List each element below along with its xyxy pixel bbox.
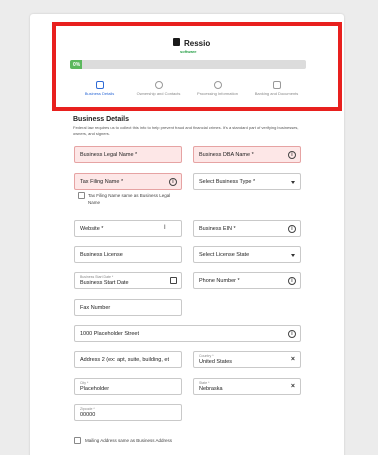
field-label: Business Start Date * (80, 275, 114, 279)
mailing-same-checkbox[interactable] (74, 437, 81, 444)
field-value: Nebraska (199, 385, 223, 392)
legal-name-field[interactable]: Business Legal Name * (74, 146, 182, 163)
section-title: Business Details (73, 116, 130, 123)
license-field[interactable]: Business License (74, 246, 182, 263)
field-placeholder: Business License (80, 251, 123, 258)
field-value: 00000 (80, 411, 96, 418)
fax-field[interactable]: Fax Number (74, 299, 182, 316)
step-label: Business Details (84, 91, 115, 96)
chevron-down-icon (291, 181, 295, 184)
step-label: Ownership and Contacts (136, 91, 181, 96)
address2-field[interactable]: Address 2 (ex: apt, suite, building, et (74, 351, 182, 368)
ein-field[interactable]: Business EIN * i (193, 220, 301, 237)
brand-sub: software (180, 49, 197, 54)
field-placeholder: Fax Number (80, 304, 111, 311)
users-icon (154, 81, 163, 89)
section-description: Federal law requires us to collect this … (73, 125, 299, 136)
field-label: Country * (199, 354, 214, 358)
dba-name-field[interactable]: Business DBA Name * i (193, 146, 301, 163)
chevron-down-icon (291, 254, 295, 257)
document-icon (95, 81, 104, 89)
field-label: Zipcode * (80, 407, 95, 411)
onboarding-header: Ressio software 0% Business Details Owne… (52, 22, 342, 111)
field-placeholder: Business Legal Name * (80, 151, 138, 158)
brand-mark-icon (173, 38, 180, 46)
phone-field[interactable]: Phone Number * i (193, 272, 301, 289)
calendar-icon[interactable] (170, 277, 177, 284)
step-label: Processing Information (197, 91, 238, 96)
field-placeholder: Address 2 (ex: apt, suite, building, et (80, 356, 169, 363)
progress-bar: 0% (70, 60, 306, 69)
field-label: City * (80, 381, 89, 385)
clear-icon[interactable]: × (291, 356, 295, 363)
field-value: Placeholder (80, 385, 110, 392)
info-icon[interactable]: i (288, 330, 296, 338)
text-cursor-icon: I (164, 225, 166, 231)
brand-logo: Ressio (173, 38, 211, 48)
field-placeholder: Select License State (199, 251, 250, 258)
website-field[interactable]: Website * I (74, 220, 182, 237)
field-placeholder: Phone Number * (199, 277, 240, 284)
city-field[interactable]: City * Placeholder (74, 378, 182, 395)
field-label: State * (199, 381, 210, 385)
state-select[interactable]: State * Nebraska × (193, 378, 301, 395)
country-select[interactable]: Country * United States × (193, 351, 301, 368)
start-date-field[interactable]: Business Start Date * Business Start Dat… (74, 272, 182, 289)
license-state-select[interactable]: Select License State (193, 246, 301, 263)
info-icon[interactable]: i (288, 151, 296, 159)
info-icon[interactable]: i (288, 225, 296, 233)
mailing-same-label: Mailing Address same as Business Address (85, 438, 173, 443)
step-banking[interactable]: Banking and Documents (247, 81, 306, 96)
step-nav: Business Details Ownership and Contacts … (70, 81, 306, 96)
field-placeholder: Business EIN * (199, 225, 236, 232)
step-ownership[interactable]: Ownership and Contacts (129, 81, 188, 96)
info-icon[interactable]: i (169, 178, 177, 186)
clear-icon[interactable]: × (291, 383, 295, 390)
tax-same-checkbox[interactable] (78, 192, 85, 199)
address1-field[interactable]: 1000 Placeholder Street i (74, 325, 301, 342)
field-placeholder: Website * (80, 225, 104, 232)
field-value: Business Start Date (80, 279, 129, 286)
progress-fill: 0% (70, 60, 82, 69)
bank-icon (272, 81, 281, 89)
info-icon[interactable]: i (288, 277, 296, 285)
field-placeholder: Business DBA Name * (199, 151, 254, 158)
brand-name: Ressio (184, 39, 211, 48)
step-business-details[interactable]: Business Details (70, 81, 129, 96)
gear-icon (213, 81, 222, 89)
field-placeholder: Select Business Type * (199, 178, 256, 185)
business-type-select[interactable]: Select Business Type * (193, 173, 301, 190)
field-placeholder: Tax Filing Name * (80, 178, 124, 185)
progress-label: 0% (73, 61, 81, 68)
step-label: Banking and Documents (254, 91, 299, 96)
tax-filing-name-field[interactable]: Tax Filing Name * i (74, 173, 182, 190)
zipcode-field[interactable]: Zipcode * 00000 (74, 404, 182, 421)
field-value: United States (199, 358, 233, 365)
step-processing[interactable]: Processing Information (188, 81, 247, 96)
field-value: 1000 Placeholder Street (80, 330, 140, 337)
tax-same-label: Tax Filing Name same as Business Legal N… (88, 193, 171, 205)
